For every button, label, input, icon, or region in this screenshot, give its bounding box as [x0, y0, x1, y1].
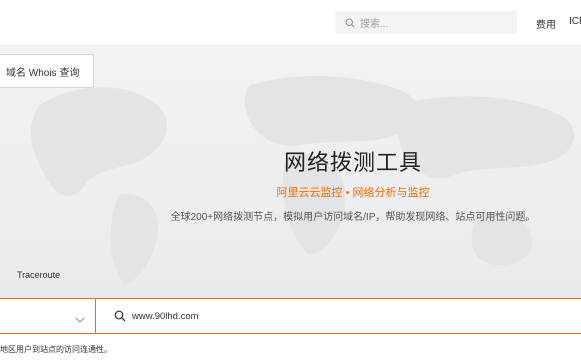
nav-link-icp[interactable]: ICP	[569, 16, 581, 27]
whois-lookup-button[interactable]: 域名 Whois 查询	[0, 54, 94, 88]
search-icon	[114, 310, 126, 322]
hero-subtitle: 阿里云云监控 • 网络分析与监控	[276, 187, 430, 199]
footer-note: 地区用户到站点的访问连通性。	[0, 345, 112, 354]
probe-input-row: www.90lhd.com	[0, 298, 581, 334]
target-url-input[interactable]: www.90lhd.com	[132, 311, 432, 322]
hero-banner: 域名 Whois 查询 网络拨测工具 阿里云云监控 • 网络分析与监控 全球20…	[0, 45, 581, 298]
tab-traceroute[interactable]: Traceroute	[17, 270, 60, 280]
search-box[interactable]: 搜索...	[335, 11, 517, 34]
probe-type-select[interactable]	[0, 299, 96, 333]
target-url-field[interactable]: www.90lhd.com	[97, 299, 581, 333]
nav-link-pricing[interactable]: 费用	[536, 16, 556, 31]
hero-description: 全球200+网络拨测节点，模拟用户访问域名/IP，帮助发现网络、站点可用性问题。	[170, 212, 536, 223]
search-icon	[345, 17, 355, 28]
page: 搜索... 费用 ICP 域名 Whois 查询 网络拨测工具 阿里云云监控 •…	[0, 0, 581, 360]
top-navbar: 搜索... 费用 ICP	[0, 0, 581, 46]
search-placeholder: 搜索...	[360, 19, 389, 30]
page-title: 网络拨测工具	[283, 150, 422, 175]
chevron-down-icon	[75, 311, 85, 329]
